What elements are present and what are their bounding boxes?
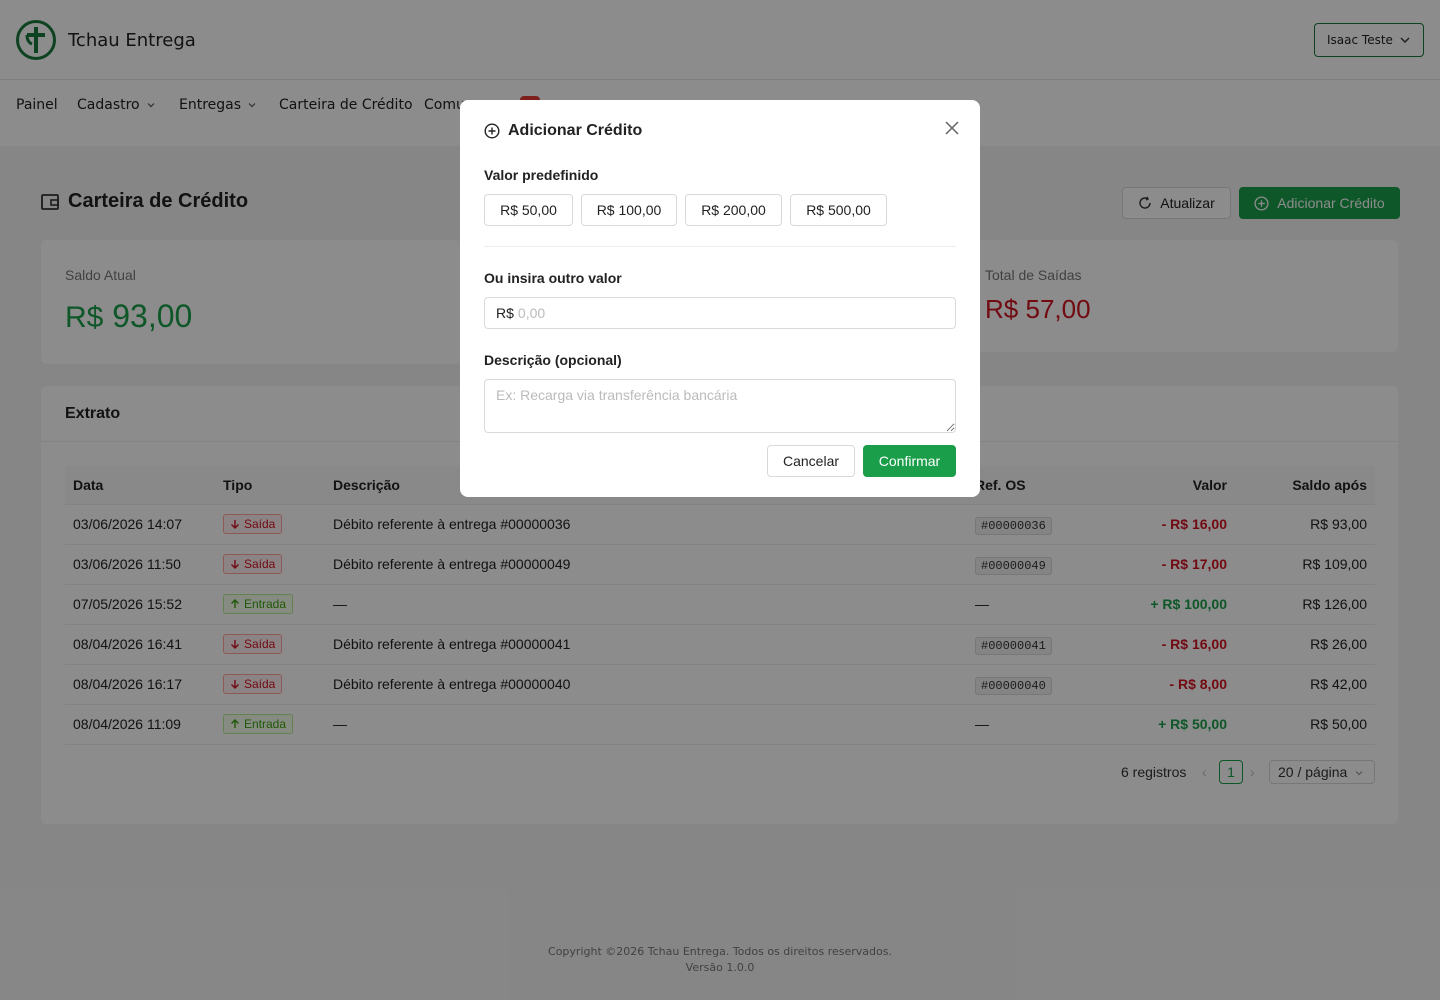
divider	[484, 246, 956, 247]
currency-prefix: R$	[496, 305, 514, 321]
modal-title: Adicionar Crédito	[484, 122, 642, 140]
preset-100-button[interactable]: R$ 100,00	[581, 194, 677, 226]
close-icon[interactable]	[943, 119, 961, 137]
amount-field[interactable]: R$	[484, 297, 956, 329]
preset-label: Valor predefinido	[484, 167, 599, 183]
description-label: Descrição (opcional)	[484, 352, 622, 368]
preset-500-button[interactable]: R$ 500,00	[790, 194, 887, 226]
description-textarea[interactable]	[484, 379, 956, 433]
custom-amount-label: Ou insira outro valor	[484, 270, 622, 286]
amount-input[interactable]	[517, 305, 918, 321]
preset-200-button[interactable]: R$ 200,00	[685, 194, 782, 226]
modal-title-text: Adicionar Crédito	[508, 122, 643, 139]
plus-circle-icon	[484, 123, 500, 139]
cancel-button[interactable]: Cancelar	[767, 445, 855, 477]
confirm-button[interactable]: Confirmar	[863, 445, 956, 477]
add-credit-modal: Adicionar Crédito Valor predefinido R$ 5…	[460, 100, 980, 497]
preset-50-button[interactable]: R$ 50,00	[484, 194, 573, 226]
